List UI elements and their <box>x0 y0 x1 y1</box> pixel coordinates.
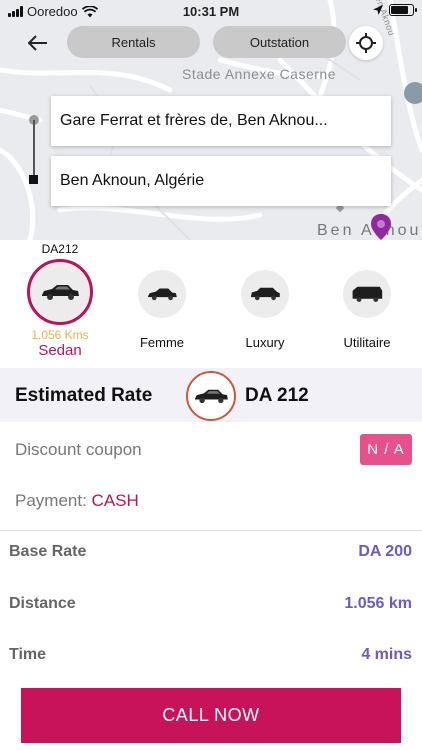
back-button[interactable] <box>24 30 52 56</box>
vehicle-name: Sedan <box>38 342 82 359</box>
poi-icon <box>404 82 422 104</box>
vehicle-price: DA212 <box>41 242 79 256</box>
route-line <box>33 120 35 178</box>
destination-pin-icon <box>371 214 391 240</box>
time-label: Time <box>9 646 47 663</box>
estimate-amount: DA 212 <box>245 385 309 406</box>
sedan-car-icon <box>27 259 93 325</box>
time-row: Time 4 mins <box>0 646 422 676</box>
rentals-button[interactable]: Rentals <box>67 26 200 58</box>
vehicle-option-utilitaire[interactable]: Utilitaire <box>317 240 417 360</box>
time-value: 4 mins <box>361 646 412 663</box>
booking-screen: Ben Aknou Stade Annexe Caserne Ben Aknou… <box>0 0 422 750</box>
vehicle-option-sedan[interactable]: DA212 1.056 Kms Sedan <box>10 240 110 368</box>
vehicle-name: Luxury <box>245 335 285 350</box>
base-rate-row: Base Rate DA 200 <box>0 543 422 573</box>
femme-car-icon <box>138 270 186 318</box>
payment-method: CASH <box>91 491 139 510</box>
distance-row: Distance 1.056 km <box>0 595 422 625</box>
payment-label: Payment: <box>15 491 87 510</box>
vehicle-option-femme[interactable]: Femme <box>112 240 212 360</box>
landmark-label: Stade Annexe Caserne <box>182 66 336 82</box>
vehicle-name: Femme <box>139 335 185 350</box>
coupon-button[interactable]: N / A <box>360 434 412 465</box>
coupon-label: Discount coupon <box>15 440 142 459</box>
base-rate-label: Base Rate <box>9 543 87 560</box>
pickup-address-field[interactable]: Gare Ferrat et frères de, Ben Aknou... <box>51 96 391 146</box>
divider <box>0 530 422 531</box>
status-right <box>373 4 417 16</box>
status-bar: Ooredoo 10:31 PM <box>0 0 422 24</box>
distance-value: 1.056 km <box>344 595 412 612</box>
base-rate-value: DA 200 <box>358 543 412 560</box>
luxury-car-icon <box>241 270 289 318</box>
call-now-button[interactable]: CALL NOW <box>21 688 401 743</box>
drop-address-field[interactable]: Ben Aknoun, Algérie <box>51 156 391 206</box>
area-label: Ben Aknou <box>317 222 422 239</box>
estimate-bar: Estimated Rate DA 212 <box>0 368 422 422</box>
vehicle-option-luxury[interactable]: Luxury <box>215 240 315 360</box>
estimate-car-icon <box>186 371 236 421</box>
distance-label: Distance <box>9 595 76 612</box>
battery-icon <box>389 4 417 16</box>
status-time: 10:31 PM <box>182 4 240 19</box>
vehicle-name: Utilitaire <box>343 335 391 350</box>
estimate-label: Estimated Rate <box>15 385 153 406</box>
vehicle-selector: DA212 1.056 Kms Sedan Femme Luxury Utili… <box>0 240 422 368</box>
map-header: Rentals Outstation <box>0 26 422 60</box>
location-arrow-icon <box>373 5 383 15</box>
van-icon <box>343 270 391 318</box>
crosshair-icon <box>356 33 376 53</box>
vehicle-distance: 1.056 Kms <box>31 328 89 342</box>
drop-square-icon <box>29 175 38 184</box>
payment-row[interactable]: Payment: CASH <box>15 491 139 511</box>
locate-button[interactable] <box>349 26 383 60</box>
arrow-left-icon <box>28 35 47 51</box>
outstation-button[interactable]: Outstation <box>213 26 346 58</box>
